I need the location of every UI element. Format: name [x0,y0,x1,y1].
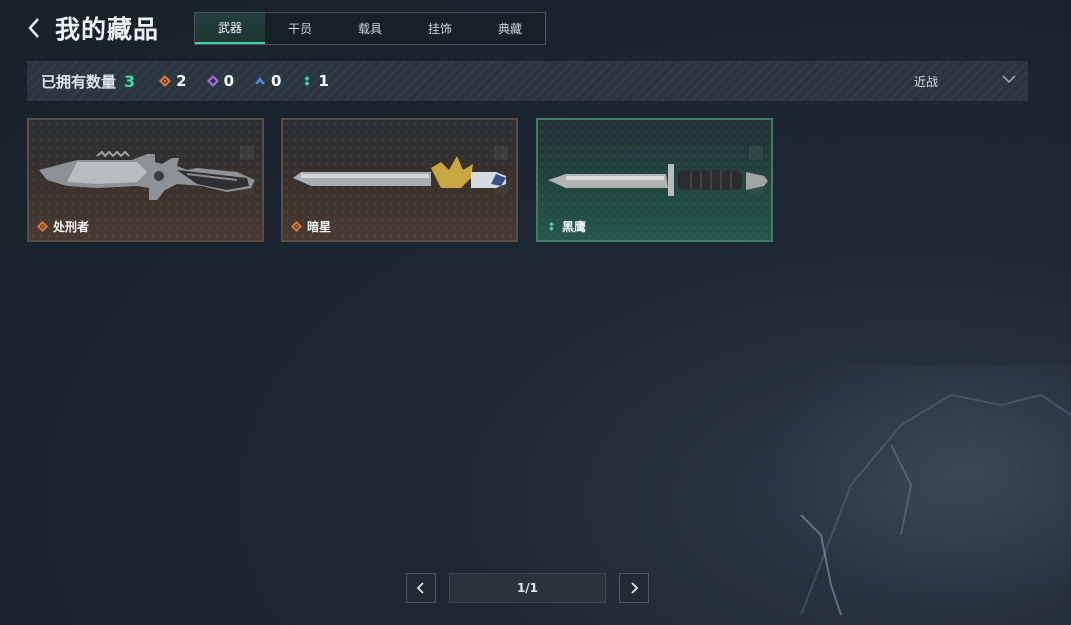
rarity-count-blue: 0 [271,72,282,90]
purple-diamond-icon [206,75,219,87]
card-footer: 暗星 [291,218,331,235]
weapon-card[interactable]: 黑鹰 [536,118,773,242]
chevron-left-icon [28,18,39,38]
orange-diamond-icon [291,221,302,232]
knife-image [39,150,255,200]
rarity-count-purple: 0 [223,72,235,90]
tab-collection[interactable]: 典藏 [475,13,545,44]
background-decoration [741,365,1071,625]
rarity-count-green: 1 [318,72,329,90]
back-button[interactable] [27,11,49,45]
page-title: 我的藏品 [55,15,160,44]
page-indicator: 1/1 [449,573,606,603]
knife-image [293,156,506,188]
prev-page-button[interactable] [406,573,436,603]
weapon-name: 黑鹰 [562,220,587,234]
pagination: 1/1 [406,573,649,603]
rarity-count-orange: 2 [176,72,187,90]
weapon-name: 暗星 [307,220,332,234]
category-filter-dropdown[interactable]: 近战 [914,61,1024,101]
next-page-button[interactable] [619,573,649,603]
page-header: 我的藏品 [27,11,159,45]
weapon-name: 处刑者 [53,220,90,234]
stats-bar: 已拥有数量 3 2 0 0 1 近战 [27,61,1028,101]
orange-diamond-icon [159,75,172,87]
filter-label: 近战 [914,74,939,89]
tab-vehicles[interactable]: 载具 [335,13,405,44]
blue-arrow-icon [255,77,266,84]
owned-label: 已拥有数量 [41,72,117,91]
owned-count: 3 [124,71,136,91]
rarity-stat-blue: 0 [254,72,281,90]
tab-charms[interactable]: 挂饰 [405,13,475,44]
weapon-card[interactable]: 处刑者 [27,118,264,242]
chevron-down-icon [1002,75,1016,84]
card-footer: 黑鹰 [546,218,586,235]
card-footer: 处刑者 [37,218,89,235]
orange-diamond-icon [37,221,48,232]
tab-operators[interactable]: 干员 [265,13,335,44]
category-tabs: 武器 干员 载具 挂饰 典藏 [194,12,546,45]
chevron-right-icon [631,582,639,594]
tab-weapons[interactable]: 武器 [195,13,265,44]
rarity-stat-green: 1 [301,72,329,90]
green-dots-icon [549,221,554,232]
knife-image [548,164,768,196]
rarity-stat-purple: 0 [206,72,235,90]
green-dots-icon [304,76,310,86]
weapon-card[interactable]: 暗星 [281,118,518,242]
rarity-stat-orange: 2 [159,72,187,90]
chevron-left-icon [416,582,424,594]
